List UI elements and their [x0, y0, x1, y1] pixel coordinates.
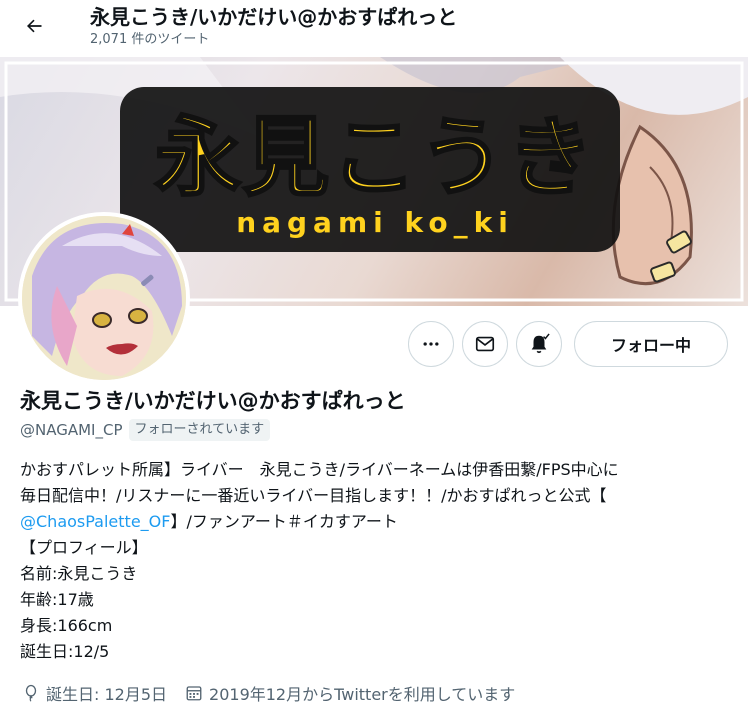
- header-title: 永見こうき/いかだけい@かおすぱれっと: [90, 5, 458, 29]
- banner-logo: 永見こうき nagami ko_ki: [140, 108, 610, 239]
- birthday-text: 誕生日: 12月5日: [46, 685, 168, 704]
- profile-bio: かおすパレット所属】ライバー 永見こうき/ライバーネームは伊香田繋/FPS中心に…: [20, 457, 732, 665]
- notifications-button[interactable]: [516, 321, 562, 367]
- bio-line: @ChaosPalette_OF】/ファンアート＃イカすアート: [20, 509, 732, 535]
- bio-line: 身長:166cm: [20, 616, 113, 635]
- balloon-icon: [25, 684, 37, 702]
- birthday-item: 誕生日: 12月5日: [22, 681, 167, 705]
- calendar-icon: [186, 686, 202, 701]
- tweet-count: 2,071 件のツイート: [90, 32, 210, 47]
- joined-item: 2019年12月からTwitterを利用しています: [185, 681, 515, 705]
- following-button[interactable]: フォロー中: [574, 321, 728, 367]
- bio-line: 【プロフィール】: [20, 538, 148, 557]
- display-name: 永見こうき/いかだけい@かおすぱれっと: [20, 389, 406, 413]
- envelope-icon: [475, 336, 495, 352]
- back-button[interactable]: [16, 8, 52, 44]
- arrow-left-icon: [27, 19, 42, 33]
- bio-line: 年齢:17歳: [20, 590, 94, 609]
- joined-text: 2019年12月からTwitterを利用しています: [209, 685, 516, 704]
- bell-icon: [531, 333, 550, 354]
- bio-line: 毎日配信中！/リスナーに一番近いライバー目指します！！/かおすぱれっと公式【: [20, 486, 607, 505]
- avatar-image: [22, 216, 186, 380]
- message-button[interactable]: [462, 321, 508, 367]
- bio-line: 名前:永見こうき: [20, 564, 138, 583]
- bio-line: 誕生日:12/5: [20, 642, 110, 661]
- more-horizontal-icon: [423, 342, 439, 346]
- handle-row: @NAGAMI_CP フォローされています: [20, 419, 271, 441]
- more-button[interactable]: [408, 321, 454, 367]
- user-handle: @NAGAMI_CP: [20, 421, 123, 439]
- banner-logo-subtext: nagami ko_ki: [236, 206, 514, 239]
- profile-avatar[interactable]: [18, 212, 190, 384]
- bio-text: 】/ファンアート＃イカすアート: [170, 512, 398, 531]
- profile-header: 永見こうき/いかだけい@かおすぱれっと 2,071 件のツイート: [0, 0, 748, 57]
- banner-logo-text: 永見こうき: [154, 108, 595, 209]
- profile-meta: 誕生日: 12月5日 2019年12月からTwitterを利用しています: [22, 681, 533, 705]
- bio-line: かおすパレット所属】ライバー 永見こうき/ライバーネームは伊香田繋/FPS中心に: [20, 460, 619, 479]
- follows-you-badge: フォローされています: [128, 419, 271, 441]
- mention-link[interactable]: @ChaosPalette_OF: [20, 512, 170, 531]
